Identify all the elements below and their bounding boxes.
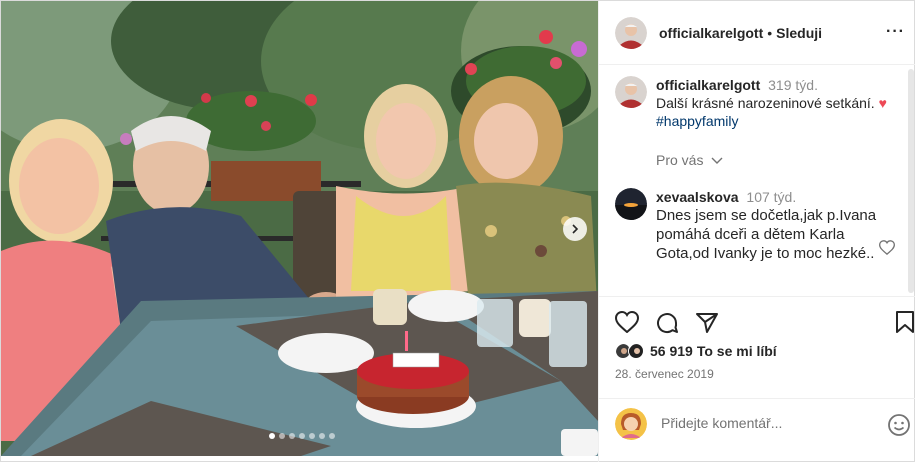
comment-input[interactable] bbox=[661, 415, 871, 431]
more-options-button[interactable]: ··· bbox=[886, 23, 905, 41]
smiley-icon bbox=[888, 414, 910, 436]
share-button[interactable] bbox=[695, 311, 719, 340]
carousel-dot bbox=[329, 433, 335, 439]
profile-photo-icon bbox=[615, 76, 647, 108]
carousel-dot bbox=[279, 433, 285, 439]
heart-emoji-icon: ♥ bbox=[878, 95, 887, 111]
scrollbar-thumb[interactable] bbox=[908, 69, 914, 293]
save-button[interactable] bbox=[895, 311, 915, 338]
caption-avatar[interactable] bbox=[615, 76, 647, 108]
post-photo[interactable] bbox=[1, 1, 598, 456]
chevron-right-icon bbox=[572, 224, 579, 234]
profile-photo-icon bbox=[629, 344, 643, 358]
author-username[interactable]: officialkarelgott bbox=[659, 25, 763, 41]
comment-username[interactable]: xevaalskova bbox=[656, 189, 739, 205]
carousel-dot bbox=[289, 433, 295, 439]
comment-body: xevaalskova 107 týd. Dnes jsem se dočetl… bbox=[656, 188, 891, 263]
carousel-dots bbox=[269, 433, 335, 439]
liker-avatar bbox=[628, 343, 644, 359]
post-actions: 56 919 To se mi líbí 28. červenec 2019 bbox=[599, 296, 915, 388]
post-date[interactable]: 28. červenec 2019 bbox=[615, 367, 714, 381]
bookmark-icon bbox=[896, 311, 914, 333]
post-side-panel: officialkarelgott • Sleduji ··· official… bbox=[598, 1, 915, 462]
like-button[interactable] bbox=[614, 310, 640, 338]
carousel-next-button[interactable] bbox=[563, 217, 587, 241]
caption-text: Další krásné narozeninové setkání. bbox=[656, 95, 875, 111]
comments-list: officialkarelgott 319 týd. Další krásné … bbox=[599, 66, 915, 295]
comment-bubble-icon bbox=[657, 313, 678, 334]
profile-photo-icon bbox=[615, 16, 647, 49]
family-photo-illustration bbox=[1, 1, 598, 456]
follow-status-button[interactable]: Sleduji bbox=[776, 25, 822, 41]
likes-summary[interactable]: 56 919 To se mi líbí bbox=[615, 343, 777, 359]
post-header: officialkarelgott • Sleduji ··· bbox=[599, 1, 915, 65]
for-you-toggle[interactable]: Pro vás bbox=[656, 152, 723, 168]
chevron-down-icon bbox=[711, 157, 723, 164]
carousel-dot bbox=[299, 433, 305, 439]
likes-count[interactable]: 56 919 bbox=[650, 343, 693, 359]
caption-body: officialkarelgott 319 týd. Další krásné … bbox=[656, 76, 891, 130]
heart-outline-icon bbox=[878, 240, 896, 256]
caption-username[interactable]: officialkarelgott bbox=[656, 77, 760, 93]
comment-text: Dnes jsem se dočetla,jak p.Ivana pomáhá … bbox=[656, 207, 877, 262]
emoji-picker-button[interactable] bbox=[887, 413, 911, 442]
comment-time[interactable]: 107 týd. bbox=[746, 189, 796, 205]
carousel-dot bbox=[319, 433, 325, 439]
cartoon-avatar-icon bbox=[615, 408, 647, 440]
sunset-photo-icon bbox=[615, 188, 647, 220]
heart-icon bbox=[614, 310, 640, 334]
header-separator: • bbox=[767, 24, 773, 41]
for-you-label: Pro vás bbox=[656, 152, 704, 168]
caption-time[interactable]: 319 týd. bbox=[768, 77, 818, 93]
author-avatar[interactable] bbox=[615, 16, 647, 49]
carousel-dot bbox=[309, 433, 315, 439]
carousel-dot bbox=[269, 433, 275, 439]
viewer-avatar bbox=[615, 408, 647, 440]
comments-scrollbar[interactable] bbox=[908, 69, 914, 293]
paper-plane-icon bbox=[696, 313, 718, 333]
add-comment-bar bbox=[599, 398, 915, 452]
comment-button[interactable] bbox=[655, 311, 679, 340]
comment-like-button[interactable] bbox=[878, 240, 896, 260]
instagram-post-window: officialkarelgott • Sleduji ··· official… bbox=[0, 0, 915, 462]
likes-label[interactable]: To se mi líbí bbox=[697, 343, 777, 359]
hashtag-link[interactable]: #happyfamily bbox=[656, 113, 739, 129]
commenter-avatar[interactable] bbox=[615, 188, 647, 220]
